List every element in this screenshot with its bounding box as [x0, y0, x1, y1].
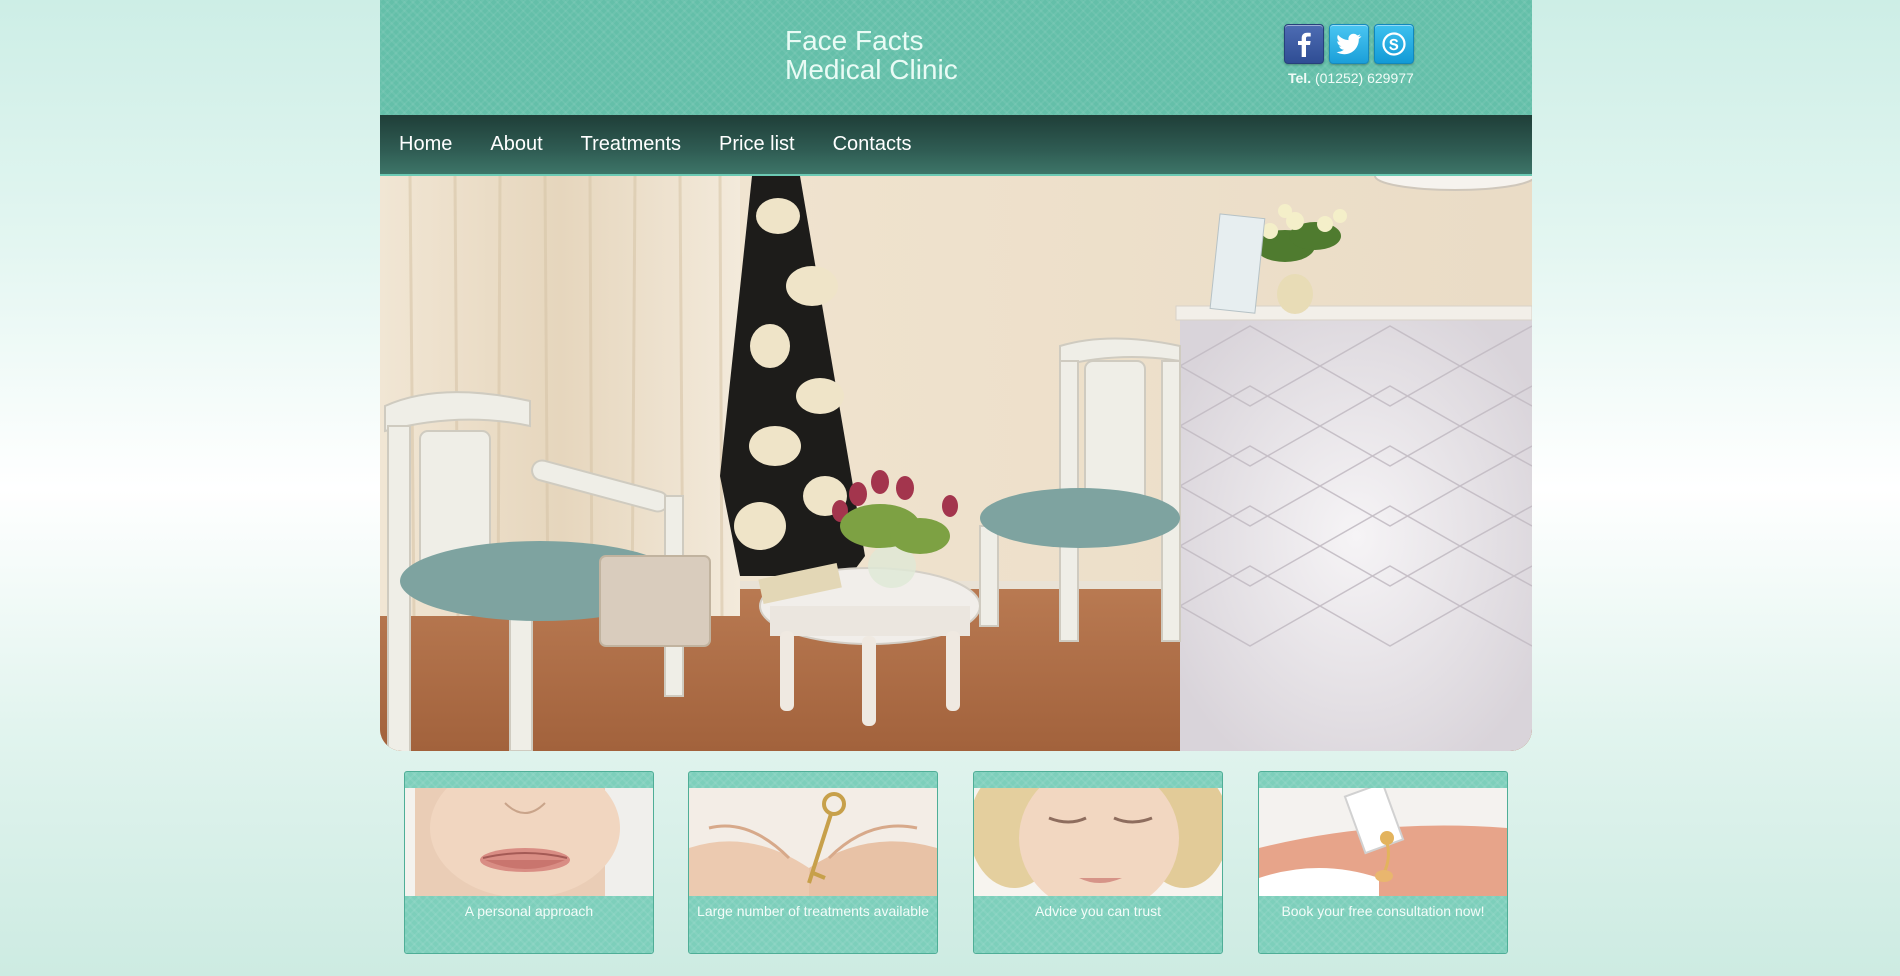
card-caption: A personal approach: [464, 903, 594, 919]
feature-card-consultation[interactable]: Book your free consultation now!: [1258, 771, 1508, 954]
tel-number: (01252) 629977: [1314, 70, 1414, 86]
face-image: [974, 788, 1222, 896]
feature-card-advice[interactable]: Advice you can trust: [973, 771, 1223, 954]
nav-item-home[interactable]: Home: [380, 115, 471, 174]
hero-image: [380, 176, 1532, 751]
feature-cards: A personal approach Large number of trea…: [404, 771, 1508, 956]
site-logo[interactable]: Face Facts Medical Clinic: [785, 26, 958, 84]
feature-card-personal-approach[interactable]: A personal approach: [404, 771, 654, 954]
logo-line-2: Medical Clinic: [785, 54, 958, 85]
nav-item-about[interactable]: About: [471, 115, 561, 174]
skype-icon: [1382, 32, 1406, 56]
card-caption: Book your free consultation now!: [1281, 903, 1485, 919]
hands-key-image: [689, 788, 937, 896]
nav-item-treatments[interactable]: Treatments: [562, 115, 700, 174]
facebook-button[interactable]: [1284, 24, 1324, 64]
card-caption: Large number of treatments available: [697, 903, 929, 919]
social-links: [1284, 24, 1414, 64]
nav-item-price-list[interactable]: Price list: [700, 115, 814, 174]
page-container: Face Facts Medical Clinic Tel. (01252) 6…: [380, 0, 1532, 976]
facebook-icon: [1298, 32, 1311, 57]
twitter-button[interactable]: [1329, 24, 1369, 64]
nav-item-contacts[interactable]: Contacts: [814, 115, 931, 174]
logo-line-1: Face Facts: [785, 25, 924, 56]
phone-number: Tel. (01252) 629977: [1288, 70, 1414, 86]
main-navigation: Home About Treatments Price list Contact…: [380, 115, 1532, 176]
tel-label: Tel.: [1288, 70, 1312, 86]
twitter-icon: [1336, 33, 1362, 55]
skype-button[interactable]: [1374, 24, 1414, 64]
feature-card-treatments[interactable]: Large number of treatments available: [688, 771, 938, 954]
treatment-device-image: [1259, 788, 1507, 896]
site-header: Face Facts Medical Clinic Tel. (01252) 6…: [380, 0, 1532, 115]
card-caption: Advice you can trust: [1034, 903, 1162, 919]
clinic-waiting-room-illustration: [380, 176, 1532, 751]
lips-image: [405, 788, 653, 896]
